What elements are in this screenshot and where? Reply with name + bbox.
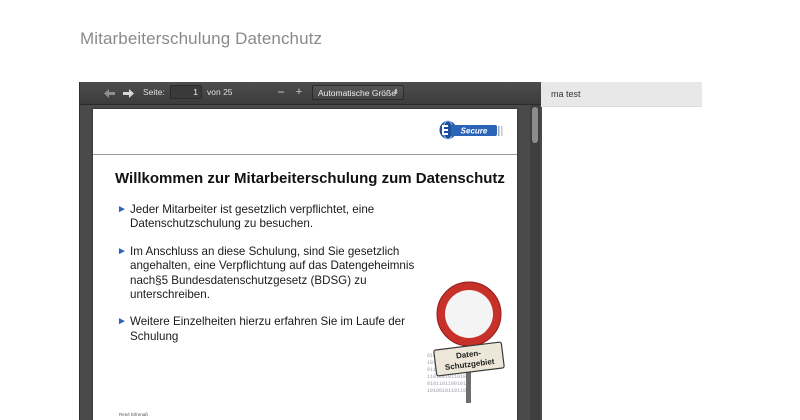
side-panel: ma test — [541, 82, 702, 107]
zoom-out-button[interactable]: − — [275, 85, 287, 99]
viewer-toolbar: Seite: von 25 − + Automatische Größe ⬍ — [80, 82, 542, 105]
page-total: von 25 — [207, 87, 233, 97]
bullet-arrow-icon: ► — [117, 204, 127, 215]
list-item: ► Im Anschluss an diese Schulung, sind S… — [117, 245, 417, 303]
header-divider — [93, 154, 517, 155]
pdf-page: Secure Willkommen zur Mitarbeiterschulun… — [93, 109, 517, 420]
bullet-arrow-icon: ► — [117, 245, 127, 257]
next-page-button[interactable] — [121, 86, 135, 100]
bullet-list: ► Jeder Mitarbeiter ist gesetzlich verpf… — [117, 203, 417, 357]
previous-page-button[interactable] — [102, 86, 116, 100]
bullet-text: Jeder Mitarbeiter ist gesetzlich verpfli… — [130, 203, 375, 231]
scrollbar-thumb[interactable] — [532, 107, 538, 143]
bullet-text: Im Anschluss an diese Schulung, sind Sie… — [130, 244, 415, 302]
arrow-left-icon — [103, 88, 115, 98]
list-item: ► Jeder Mitarbeiter ist gesetzlich verpf… — [117, 203, 417, 232]
zoom-select[interactable]: Automatische Größe ⬍ — [312, 85, 404, 100]
bullet-arrow-icon: ► — [117, 316, 127, 328]
page-title: Mitarbeiterschulung Datenchutz — [80, 29, 323, 48]
arrow-right-icon — [122, 88, 134, 98]
logo-text: Secure — [461, 127, 488, 136]
select-arrows-icon: ⬍ — [393, 89, 399, 96]
pdf-viewer[interactable]: Seite: von 25 − + Automatische Größe ⬍ S… — [79, 82, 542, 420]
zoom-in-button[interactable]: + — [293, 85, 305, 99]
slide-heading: Willkommen zur Mitarbeiterschulung zum D… — [115, 170, 505, 187]
page-number-input[interactable] — [170, 85, 202, 99]
zoom-select-value: Automatische Größe — [318, 88, 396, 98]
side-panel-label[interactable]: ma test — [551, 89, 581, 99]
list-item: ► Weitere Einzelheiten hierzu erfahren S… — [117, 315, 417, 344]
slide-footer: René Eifrenaß — [119, 412, 149, 417]
datenschutz-sign-image: 0101101001011 1011010110100 011010100110… — [427, 281, 505, 403]
page-label: Seite: — [143, 87, 165, 97]
secure-logo: Secure — [439, 120, 503, 140]
vertical-scrollbar[interactable] — [530, 105, 540, 420]
bullet-text: Weitere Einzelheiten hierzu erfahren Sie… — [130, 315, 405, 343]
svg-text:1010010110110: 1010010110110 — [427, 388, 466, 394]
svg-text:0101101100101: 0101101100101 — [427, 381, 466, 387]
